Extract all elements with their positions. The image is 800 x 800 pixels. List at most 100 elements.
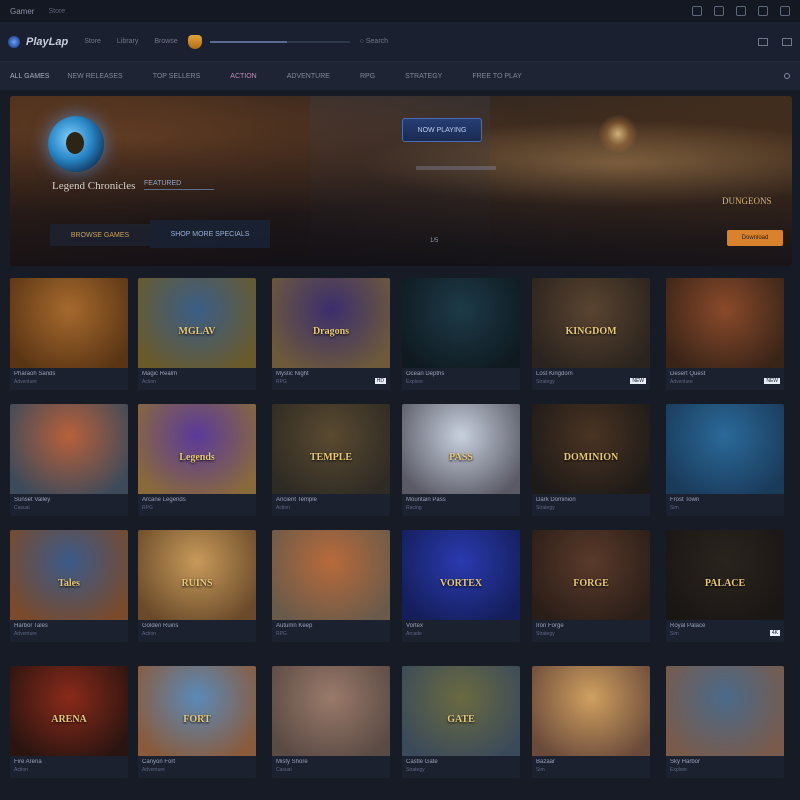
game-thumbnail[interactable]: [532, 404, 650, 494]
close-icon[interactable]: [780, 6, 790, 16]
chart-icon[interactable]: [714, 6, 724, 16]
game-thumbnail[interactable]: [272, 666, 390, 756]
nav-link-library[interactable]: Library: [117, 38, 138, 45]
filter-tab[interactable]: ADVENTURE: [287, 73, 330, 80]
game-card[interactable]: TEMPLE Ancient Temple Action: [272, 404, 390, 516]
game-thumbnail[interactable]: [666, 666, 784, 756]
game-card[interactable]: PASS Mountain Pass Racing: [402, 404, 520, 516]
game-genre: Adventure: [142, 767, 165, 773]
game-thumbnail[interactable]: [138, 666, 256, 756]
game-card[interactable]: FORGE Iron Forge Strategy: [532, 530, 650, 642]
game-card[interactable]: Pharaoh Sands Adventure: [10, 278, 128, 390]
game-title: Sunset Valley: [14, 497, 51, 503]
game-card[interactable]: Dragons Mystic Night RPG HD: [272, 278, 390, 390]
filter-tab[interactable]: RPG: [360, 73, 375, 80]
menu-icon[interactable]: [782, 37, 792, 46]
nav-link-store[interactable]: Store: [84, 38, 101, 45]
game-card[interactable]: Frost Town Sim: [666, 404, 784, 516]
filter-tab[interactable]: NEW RELEASES: [67, 73, 122, 80]
game-thumbnail[interactable]: [138, 278, 256, 368]
game-caption: Magic Realm Action: [138, 368, 256, 390]
filter-tab[interactable]: TOP SELLERS: [153, 73, 201, 80]
hero-banner[interactable]: Legend Chronicles FEATURED BROWSE GAMES …: [10, 96, 792, 266]
download-button[interactable]: Download: [727, 230, 783, 246]
game-card[interactable]: Sky Harbor Explore: [666, 666, 784, 778]
game-thumbnail[interactable]: [10, 278, 128, 368]
game-card[interactable]: VORTEX Vortex Arcade: [402, 530, 520, 642]
browse-games-button[interactable]: BROWSE GAMES: [50, 224, 150, 246]
game-thumbnail[interactable]: [272, 530, 390, 620]
nav-link-browse[interactable]: Browse: [154, 38, 177, 45]
shop-specials-button[interactable]: SHOP MORE SPECIALS: [150, 220, 270, 248]
profile-icon[interactable]: [758, 37, 768, 46]
game-card[interactable]: RUINS Golden Ruins Action: [138, 530, 256, 642]
game-thumbnail[interactable]: [402, 404, 520, 494]
game-genre: Action: [14, 767, 28, 773]
game-thumbnail[interactable]: [532, 666, 650, 756]
game-thumbnail[interactable]: [10, 530, 128, 620]
game-thumbnail[interactable]: [402, 666, 520, 756]
game-thumbnail[interactable]: [138, 404, 256, 494]
filter-tab[interactable]: ACTION: [230, 73, 256, 80]
settings-icon[interactable]: [758, 6, 768, 16]
game-logo-text: FORGE: [573, 578, 609, 589]
game-card[interactable]: ARENA Fire Arena Action: [10, 666, 128, 778]
game-card[interactable]: Ocean Depths Explore: [402, 278, 520, 390]
game-caption: Sky Harbor Explore: [666, 756, 784, 778]
brand-name[interactable]: PlayLap: [26, 36, 68, 48]
game-thumbnail[interactable]: [272, 278, 390, 368]
game-genre: Strategy: [406, 767, 425, 773]
game-caption: Golden Ruins Action: [138, 620, 256, 642]
game-card[interactable]: KINGDOM Lost Kingdom Strategy NEW: [532, 278, 650, 390]
game-thumbnail[interactable]: [666, 404, 784, 494]
brand-logo-icon[interactable]: [8, 35, 20, 48]
game-thumbnail[interactable]: [272, 404, 390, 494]
game-card[interactable]: Legends Arcane Legends RPG: [138, 404, 256, 516]
filter-tab[interactable]: STRATEGY: [405, 73, 442, 80]
now-playing-button[interactable]: NOW PLAYING: [402, 118, 482, 142]
game-thumbnail[interactable]: [10, 404, 128, 494]
game-caption: Harbor Tales Adventure: [10, 620, 128, 642]
game-thumbnail[interactable]: [138, 530, 256, 620]
game-thumbnail[interactable]: [402, 278, 520, 368]
game-card[interactable]: FORT Canyon Fort Adventure: [138, 666, 256, 778]
game-title: Arcane Legends: [142, 497, 186, 503]
filter-options-icon[interactable]: [784, 73, 790, 79]
game-card[interactable]: MGLAV Magic Realm Action: [138, 278, 256, 390]
game-thumbnail[interactable]: [666, 278, 784, 368]
game-caption: Misty Shore Casual: [272, 756, 390, 778]
game-thumbnail[interactable]: [402, 530, 520, 620]
game-thumbnail[interactable]: [532, 530, 650, 620]
game-card[interactable]: Sunset Valley Casual: [10, 404, 128, 516]
filter-tab[interactable]: FREE TO PLAY: [472, 73, 521, 80]
game-genre: Explore: [406, 379, 423, 385]
search-hint: Search: [365, 38, 389, 45]
hero-pager[interactable]: 1/5: [430, 238, 438, 244]
game-card[interactable]: DOMINION Dark Dominion Strategy: [532, 404, 650, 516]
game-card[interactable]: Bazaar Sim: [532, 666, 650, 778]
photo-icon[interactable]: [736, 6, 746, 16]
game-emblem-icon: [48, 116, 104, 172]
game-card[interactable]: Autumn Keep RPG: [272, 530, 390, 642]
game-genre: Sim: [536, 767, 545, 773]
shield-icon[interactable]: [187, 34, 202, 49]
game-badge: NEW: [764, 378, 780, 384]
hero-tag: FEATURED: [144, 180, 182, 187]
game-thumbnail[interactable]: [10, 666, 128, 756]
game-card[interactable]: Desert Quest Adventure NEW: [666, 278, 784, 390]
game-card[interactable]: Tales Harbor Tales Adventure: [10, 530, 128, 642]
game-genre: Adventure: [14, 379, 37, 385]
game-thumbnail[interactable]: [666, 530, 784, 620]
window-title: Gamer: [10, 6, 35, 16]
game-genre: Arcade: [406, 631, 422, 637]
game-genre: Adventure: [14, 631, 37, 637]
game-logo-text: FORT: [183, 714, 211, 725]
filter-tab[interactable]: ALL GAMES: [10, 73, 49, 80]
game-title: Castle Gate: [406, 759, 438, 765]
game-thumbnail[interactable]: [532, 278, 650, 368]
search-field[interactable]: ○ Search: [360, 38, 388, 45]
game-card[interactable]: PALACE Royal Palace Sim 4K: [666, 530, 784, 642]
game-card[interactable]: Misty Shore Casual: [272, 666, 390, 778]
bell-icon[interactable]: [692, 6, 702, 16]
game-card[interactable]: GATE Castle Gate Strategy: [402, 666, 520, 778]
